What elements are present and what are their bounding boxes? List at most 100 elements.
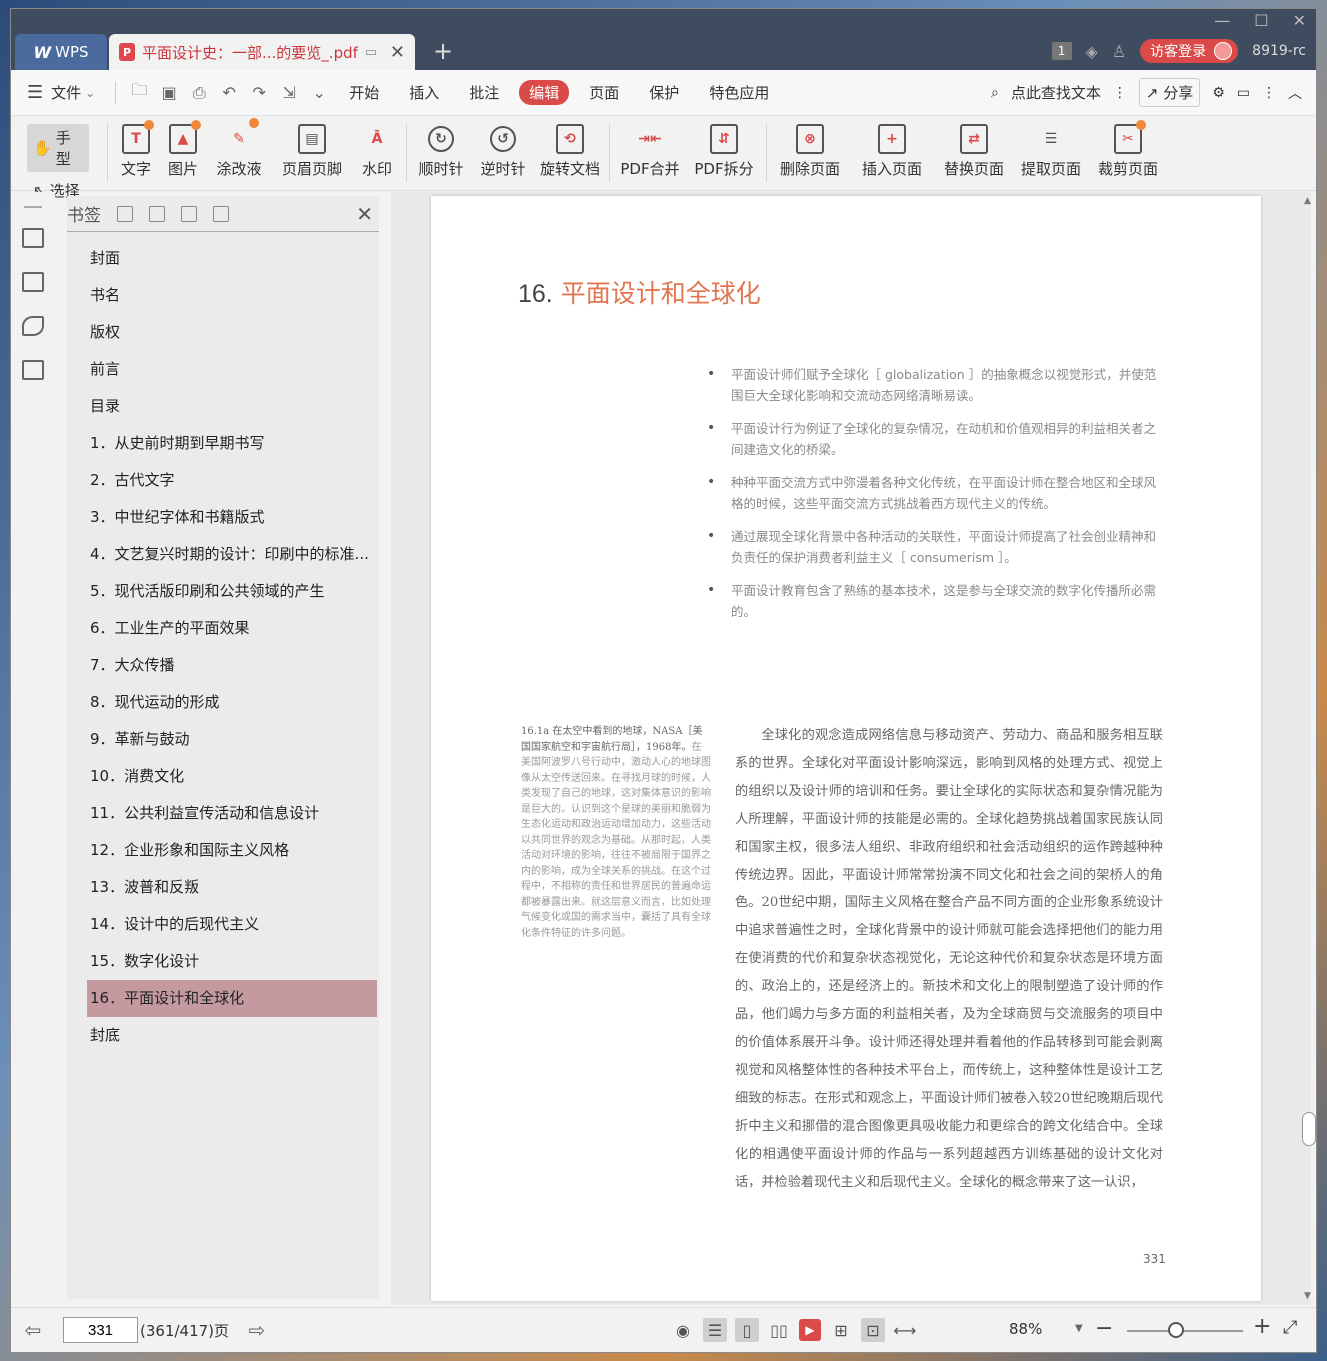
rotate-clockwise-button[interactable]: ↻ 顺时针 — [411, 116, 471, 179]
bookmark-item[interactable]: 封面 — [67, 240, 379, 277]
more-vertical-icon[interactable]: ⋮ — [1262, 85, 1276, 101]
redo-icon[interactable]: ↷ — [244, 83, 274, 102]
bookmark-item[interactable]: 11．公共利益宣传活动和信息设计 — [67, 795, 379, 832]
menu-protect[interactable]: 保护 — [639, 80, 689, 105]
extract-page-button[interactable]: ☰ 提取页面 — [1013, 116, 1089, 179]
bookmark-item[interactable]: 9．革新与鼓动 — [67, 721, 379, 758]
bookmark-item[interactable]: 10．消费文化 — [67, 758, 379, 795]
bookmark-item-active[interactable]: 16．平面设计和全球化 — [87, 980, 377, 1017]
scroll-thumb[interactable] — [1302, 1112, 1316, 1146]
replace-page-button[interactable]: ⇄ 替换页面 — [935, 116, 1013, 179]
crop-page-button[interactable]: ✂ 裁剪页面 — [1089, 116, 1167, 179]
comment-icon[interactable]: ▭ — [1237, 85, 1250, 101]
bookmark-item[interactable]: 6．工业生产的平面效果 — [67, 610, 379, 647]
next-page-icon[interactable]: ⇨ — [235, 1318, 279, 1342]
play-slideshow-icon[interactable]: ▶ — [799, 1319, 821, 1341]
fit-width-icon[interactable]: ⟷ — [893, 1318, 917, 1342]
find-text-button[interactable]: 点此查找文本 — [1011, 82, 1101, 103]
whiteout-button[interactable]: ✎ 涂改液 — [206, 116, 272, 179]
pdf-merge-button[interactable]: ⇥⇤ PDF合并 — [614, 116, 686, 179]
bookmark-panel-icon[interactable] — [22, 360, 44, 380]
menu-edit[interactable]: 编辑 — [519, 80, 570, 105]
bookmark-item[interactable]: 12．企业形象和国际主义风格 — [67, 832, 379, 869]
close-tab-icon[interactable]: ✕ — [390, 42, 405, 63]
tab-wps-home[interactable]: W WPS — [15, 34, 107, 70]
new-tab-icon[interactable]: + — [433, 39, 453, 63]
menu-start[interactable]: 开始 — [339, 80, 389, 105]
pdf-split-button[interactable]: ⇵ PDF拆分 — [686, 116, 762, 179]
actual-size-icon[interactable]: ⊞ — [829, 1318, 853, 1342]
text-button[interactable]: T 文字 — [112, 116, 160, 179]
bookmark-item[interactable]: 5．现代活版印刷和公共领域的产生 — [67, 573, 379, 610]
continuous-view-icon[interactable]: ☰ — [703, 1318, 727, 1342]
guest-login-button[interactable]: 访客登录 — [1140, 39, 1239, 63]
rotate-counterclockwise-button[interactable]: ↺ 逆时针 — [471, 116, 535, 179]
file-menu[interactable]: 文件 — [51, 82, 81, 103]
zoom-level[interactable]: 88% — [1009, 1320, 1042, 1338]
insert-page-button[interactable]: + 插入页面 — [849, 116, 935, 179]
page-number-input[interactable] — [63, 1317, 138, 1343]
hamburger-icon[interactable]: ☰ — [27, 82, 43, 103]
two-page-icon[interactable]: ▯▯ — [767, 1318, 791, 1342]
screen-icon[interactable]: ▭ — [365, 45, 377, 60]
menu-annotate[interactable]: 批注 — [459, 80, 509, 105]
delete-page-button[interactable]: ⊗ 删除页面 — [771, 116, 849, 179]
bookmark-item[interactable]: 15．数字化设计 — [67, 943, 379, 980]
add-bookmark-icon[interactable] — [181, 205, 197, 222]
bookmark-item[interactable]: 1．从史前时期到早期书写 — [67, 425, 379, 462]
thumbnail-icon[interactable] — [22, 272, 44, 292]
share-button[interactable]: ↗ 分享 — [1138, 78, 1201, 107]
print-icon[interactable]: ⎙ — [184, 83, 214, 103]
bookmark-icon[interactable] — [213, 205, 229, 222]
scroll-up-icon[interactable]: ▲ — [1304, 196, 1311, 206]
more-dropdown-icon[interactable]: ⌄ — [304, 83, 334, 102]
hand-tool-button[interactable]: ✋ 手型 — [27, 124, 89, 172]
annotation-icon[interactable] — [22, 316, 44, 336]
bookmark-item[interactable]: 版权 — [67, 314, 379, 351]
eye-protection-icon[interactable]: ◉ — [671, 1318, 695, 1342]
zoom-dropdown-icon[interactable]: ▼ — [1075, 1323, 1083, 1334]
single-page-icon[interactable]: ▯ — [735, 1318, 759, 1342]
tab-count-badge[interactable]: 1 — [1051, 42, 1072, 60]
menu-special[interactable]: 特色应用 — [699, 80, 779, 105]
zoom-slider-handle[interactable] — [1168, 1322, 1184, 1338]
outline-icon[interactable] — [22, 228, 44, 248]
vertical-scrollbar[interactable]: ▲ ▼ — [1301, 192, 1316, 1305]
bookmark-item[interactable]: 7．大众传播 — [67, 647, 379, 684]
bookmark-item[interactable]: 2．古代文字 — [67, 462, 379, 499]
bookmark-item[interactable]: 13．波普和反叛 — [67, 869, 379, 906]
collapse-all-icon[interactable] — [149, 205, 165, 222]
maximize-icon[interactable]: ☐ — [1254, 11, 1268, 30]
zoom-out-icon[interactable]: − — [1095, 1316, 1113, 1341]
previous-page-icon[interactable]: ⇦ — [11, 1318, 55, 1342]
search-icon[interactable]: ⌕ — [991, 85, 999, 101]
minimize-icon[interactable]: — — [1214, 11, 1230, 30]
close-panel-icon[interactable]: ✕ — [356, 202, 373, 226]
bookmark-item[interactable]: 书名 — [67, 277, 379, 314]
expand-all-icon[interactable] — [117, 205, 133, 222]
skin-icon[interactable]: ♙ — [1112, 42, 1126, 61]
more-vertical-icon[interactable]: ⋮ — [1113, 85, 1127, 101]
chevron-down-icon[interactable]: ⌄ — [85, 86, 95, 100]
save-icon[interactable]: ▣ — [154, 83, 184, 102]
undo-icon[interactable]: ↶ — [214, 83, 244, 102]
fullscreen-icon[interactable]: ⤢ — [1283, 1317, 1297, 1338]
close-window-icon[interactable]: ✕ — [1293, 11, 1306, 30]
bookmark-item[interactable]: 目录 — [67, 388, 379, 425]
bookmark-item[interactable]: 4．文艺复兴时期的设计：印刷中的标准... — [67, 536, 379, 573]
collapse-ribbon-icon[interactable]: ︿ — [1288, 83, 1302, 103]
document-view[interactable]: 16. 平面设计和全球化 平面设计师们赋予全球化［ globalization … — [391, 192, 1311, 1305]
watermark-button[interactable]: Ā 水印 — [352, 116, 402, 179]
zoom-in-icon[interactable]: + — [1253, 1314, 1271, 1339]
bookmark-item[interactable]: 14．设计中的后现代主义 — [67, 906, 379, 943]
bookmark-item[interactable]: 8．现代运动的形成 — [67, 684, 379, 721]
menu-insert[interactable]: 插入 — [399, 80, 449, 105]
scroll-down-icon[interactable]: ▼ — [1304, 1291, 1311, 1301]
zoom-slider[interactable] — [1127, 1330, 1243, 1332]
rotate-document-button[interactable]: ⟲ 旋转文档 — [535, 116, 605, 179]
image-button[interactable]: ▲ 图片 — [160, 116, 206, 179]
cloud-icon[interactable]: ◈ — [1086, 42, 1098, 61]
menu-page[interactable]: 页面 — [579, 80, 629, 105]
bookmark-item[interactable]: 3．中世纪字体和书籍版式 — [67, 499, 379, 536]
header-footer-button[interactable]: ▤ 页眉页脚 — [272, 116, 352, 179]
